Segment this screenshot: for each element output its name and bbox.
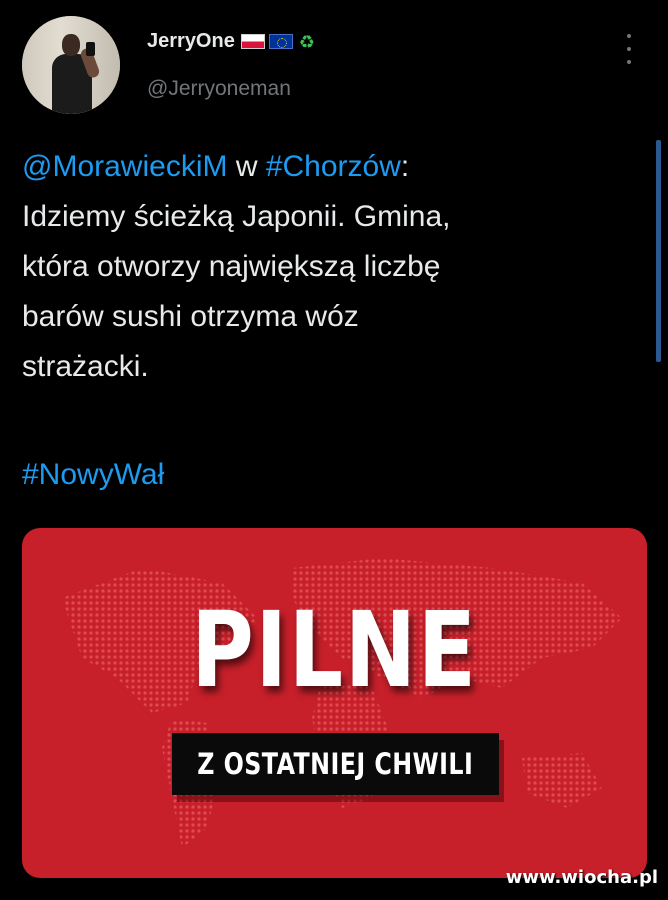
avatar[interactable] (22, 16, 120, 114)
tweet-line-4: barów sushi otrzyma wóz (22, 300, 359, 333)
scrollbar[interactable] (656, 140, 661, 362)
author-name-row[interactable]: JerryOne ♻ (147, 30, 315, 53)
hashtag-link[interactable]: #NowyWał (22, 450, 164, 500)
media-subheadline: Z OSTATNIEJ CHWILI (197, 747, 474, 781)
more-dot (627, 34, 631, 38)
recycle-icon: ♻ (298, 31, 315, 52)
eu-flag-icon (268, 34, 293, 49)
tweet-line-5: strażacki. (22, 350, 149, 383)
tweet-line-2: Idziemy ścieżką Japonii. Gmina, (22, 200, 451, 233)
more-dot (627, 60, 631, 64)
avatar-phone (86, 42, 95, 56)
tweet-colon: : (400, 150, 410, 183)
avatar-figure-head (62, 34, 80, 56)
tweet-line-3: która otworzy największą liczbę (22, 250, 441, 283)
watermark: www.wiocha.pl (505, 867, 658, 888)
media-headline: PILNE (191, 589, 478, 711)
author-display-name[interactable]: JerryOne (147, 30, 235, 53)
poland-flag-icon (240, 34, 265, 49)
media-image[interactable]: PILNE Z OSTATNIEJ CHWILI (22, 528, 647, 878)
mention-link[interactable]: @MorawieckiM (22, 150, 227, 183)
tweet-text: @MorawieckiM w #Chorzów: Idziemy ścieżką… (22, 142, 642, 392)
tweet-connector: w (227, 150, 266, 183)
hashtag-link-city[interactable]: #Chorzów (266, 150, 401, 183)
media-subheadline-box: Z OSTATNIEJ CHWILI (172, 733, 499, 795)
author-handle[interactable]: @Jerryoneman (147, 77, 291, 101)
tweet-screen: JerryOne ♻ @Jerryoneman @MorawieckiM w #… (0, 0, 668, 900)
more-dot (627, 47, 631, 51)
tweet-line-1: @MorawieckiM w #Chorzów: (22, 142, 642, 192)
more-options-icon[interactable] (622, 34, 636, 64)
